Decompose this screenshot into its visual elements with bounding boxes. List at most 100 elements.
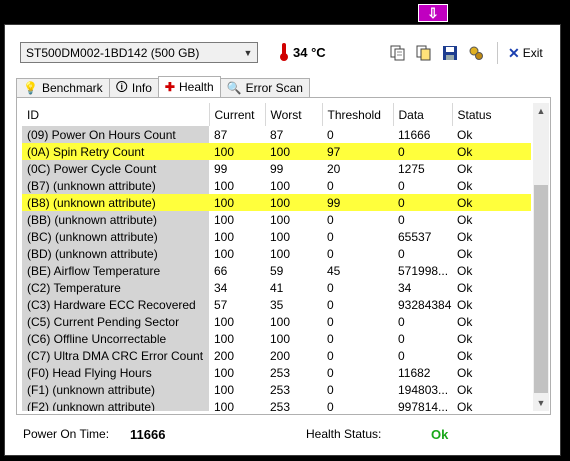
table-cell: 0 (398, 348, 405, 363)
table-cell: 34 (214, 280, 228, 295)
table-cell: Ok (457, 399, 473, 412)
tab-info[interactable]: 🛈 Info (108, 78, 159, 97)
table-cell: 35 (270, 297, 284, 312)
options-button[interactable] (465, 42, 487, 64)
table-cell: (C3) Hardware ECC Recovered (22, 296, 209, 313)
table-cell: 0 (398, 246, 405, 261)
toolbar: ✕ Exit (387, 42, 543, 64)
tab-health[interactable]: ✚ Health (157, 76, 221, 97)
table-cell: 0 (327, 399, 334, 412)
table-row[interactable]: (F0) Head Flying Hours 100 253 0 11682 Ok (22, 364, 531, 381)
table-row[interactable]: (BB) (unknown attribute) 100 100 0 0 Ok (22, 211, 531, 228)
table-cell: (BC) (unknown attribute) (22, 228, 209, 245)
table-row[interactable]: (C7) Ultra DMA CRC Error Count 200 200 0 0 Ok (22, 347, 531, 364)
column-header[interactable]: Worst (265, 103, 323, 126)
table-cell: 97 (322, 143, 393, 160)
table-cell: 100 (214, 331, 235, 346)
table-cell: Ok (457, 127, 473, 142)
table-cell: Ok (457, 331, 473, 346)
tab-benchmark[interactable]: 💡 Benchmark (16, 78, 110, 97)
table-row[interactable]: (BD) (unknown attribute) 100 100 0 0 Ok (22, 245, 531, 262)
table-cell: 0 (327, 280, 334, 295)
table-cell: (C2) Temperature (22, 279, 209, 296)
table-cell: 99 (322, 194, 393, 211)
scroll-down-icon[interactable]: ▼ (533, 395, 549, 411)
table-cell: (B8) (unknown attribute) (22, 194, 209, 211)
health-status-value: Ok (431, 427, 449, 442)
column-header[interactable]: Data (393, 103, 453, 126)
tab-label: Error Scan (245, 81, 303, 95)
table-cell: (BB) (unknown attribute) (22, 211, 209, 228)
table-row[interactable]: (B7) (unknown attribute) 100 100 0 0 Ok (22, 177, 531, 194)
table-row[interactable]: (C5) Current Pending Sector 100 100 0 0 Ok (22, 313, 531, 330)
chevron-down-icon: ▼ (243, 47, 253, 58)
table-row[interactable]: (F2) (unknown attribute) 100 253 0 997814...… (22, 398, 531, 411)
table-cell: 11666 (398, 127, 431, 142)
table-row[interactable]: (0A) Spin Retry Count 100 100 97 0 Ok (22, 143, 531, 160)
scrollbar-thumb[interactable] (534, 185, 548, 393)
tab-label: Benchmark (41, 81, 103, 95)
table-cell: 0 (393, 143, 452, 160)
table-cell: 253 (270, 399, 291, 412)
table-cell: 100 (270, 212, 291, 227)
table-cell: 0 (327, 365, 334, 380)
table-cell: 100 (214, 382, 235, 397)
table-cell: Ok (457, 229, 473, 244)
column-header[interactable]: Current (209, 103, 266, 126)
save-button[interactable] (439, 42, 461, 64)
copy-all-button[interactable] (413, 42, 435, 64)
table-cell: 66 (214, 263, 228, 278)
table-cell: 100 (270, 178, 291, 193)
health-status-label: Health Status: (306, 427, 382, 441)
table-cell: 0 (327, 246, 334, 261)
table-cell: 0 (398, 314, 405, 329)
drive-select[interactable]: ST500DM002-1BD142 (500 GB) ▼ (20, 42, 258, 63)
table-row[interactable]: (C3) Hardware ECC Recovered 57 35 0 93284384… (22, 296, 531, 313)
table-cell: (0C) Power Cycle Count (22, 160, 209, 177)
magnifier-icon: 🔍 (226, 81, 242, 95)
table-row[interactable]: (B8) (unknown attribute) 100 100 99 0 Ok (22, 194, 531, 211)
table-cell: 99 (270, 161, 284, 176)
table-cell: (C7) Ultra DMA CRC Error Count (22, 347, 209, 364)
benchmark-icon: 💡 (23, 81, 38, 95)
column-header[interactable]: Threshold (322, 103, 394, 126)
temperature-value: 34 °C (293, 44, 326, 60)
table-cell: (BD) (unknown attribute) (22, 245, 209, 262)
table-row[interactable]: (F1) (unknown attribute) 100 253 0 194803...… (22, 381, 531, 398)
table-cell: 11682 (398, 365, 431, 380)
copy-icon (390, 45, 405, 61)
copy-button[interactable] (387, 42, 409, 64)
download-button[interactable]: ⇩ (418, 4, 448, 22)
scroll-up-icon[interactable]: ▲ (533, 103, 549, 119)
table-cell: 100 (214, 246, 235, 261)
table-row[interactable]: (C6) Offline Uncorrectable 100 100 0 0 Ok (22, 330, 531, 347)
tab-error-scan[interactable]: 🔍 Error Scan (219, 78, 310, 97)
table-cell: 0 (398, 212, 405, 227)
table-cell: 100 (209, 143, 265, 160)
table-cell: Ok (452, 143, 531, 160)
table-cell: 0 (393, 194, 452, 211)
smart-table: ID Current Worst Threshold Data Status (09) P… (22, 103, 531, 411)
table-cell: 87 (270, 127, 284, 142)
exit-button[interactable]: ✕ Exit (508, 45, 543, 62)
table-cell: 100 (214, 212, 235, 227)
table-cell: 34 (398, 280, 412, 295)
vertical-scrollbar[interactable]: ▲ ▼ (533, 103, 549, 411)
table-cell: 65537 (398, 229, 432, 244)
table-row[interactable]: (BC) (unknown attribute) 100 100 0 65537 Ok (22, 228, 531, 245)
table-row[interactable]: (0C) Power Cycle Count 99 99 20 1275 Ok (22, 160, 531, 177)
table-cell: (F0) Head Flying Hours (22, 364, 209, 381)
column-header[interactable]: Status (452, 103, 531, 126)
column-header[interactable]: ID (22, 103, 210, 126)
table-cell: 41 (270, 280, 284, 295)
table-row[interactable]: (09) Power On Hours Count 87 87 0 11666 Ok (22, 126, 531, 143)
table-cell: 0 (327, 229, 334, 244)
table-row[interactable]: (BE) Airflow Temperature 66 59 45 571998... O… (22, 262, 531, 279)
health-panel: ID Current Worst Threshold Data Status (09) P… (16, 97, 551, 415)
table-cell: 0 (327, 348, 334, 363)
table-row[interactable]: (C2) Temperature 34 41 0 34 Ok (22, 279, 531, 296)
table-cell: 100 (214, 365, 235, 380)
table-cell: 0 (327, 297, 334, 312)
table-cell: (0A) Spin Retry Count (22, 143, 209, 160)
table-cell: 45 (327, 263, 341, 278)
